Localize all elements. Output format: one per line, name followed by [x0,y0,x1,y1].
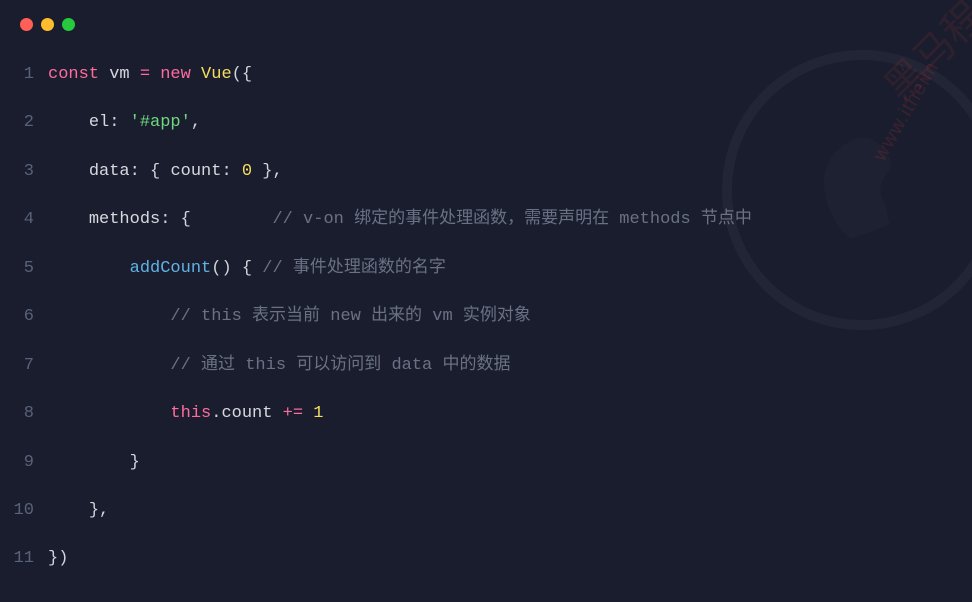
code-line: 11 }) [0,535,972,583]
code-line: 2 el: '#app', [0,99,972,147]
line-number: 5 [0,245,48,293]
code-content: const vm = new Vue({ [48,51,252,99]
code-content: // this 表示当前 new 出来的 vm 实例对象 [48,293,531,341]
minimize-dot[interactable] [41,18,54,31]
line-number: 2 [0,99,48,147]
code-line: 5 addCount() { // 事件处理函数的名字 [0,245,972,293]
line-number: 11 [0,535,48,583]
code-line: 6 // this 表示当前 new 出来的 vm 实例对象 [0,293,972,341]
code-line: 3 data: { count: 0 }, [0,148,972,196]
close-dot[interactable] [20,18,33,31]
line-number: 1 [0,51,48,99]
code-content: }, [48,487,109,535]
code-content: this.count += 1 [48,390,323,438]
line-number: 3 [0,148,48,196]
code-content: methods: { // v-on 绑定的事件处理函数，需要声明在 metho… [48,196,752,244]
code-content: } [48,439,140,487]
line-number: 10 [0,487,48,535]
code-line: 1 const vm = new Vue({ [0,51,972,99]
code-content: // 通过 this 可以访问到 data 中的数据 [48,342,510,390]
line-number: 8 [0,390,48,438]
code-line: 4 methods: { // v-on 绑定的事件处理函数，需要声明在 met… [0,196,972,244]
line-number: 4 [0,196,48,244]
code-line: 8 this.count += 1 [0,390,972,438]
code-line: 10 }, [0,487,972,535]
code-block: 1 const vm = new Vue({ 2 el: '#app', 3 d… [0,41,972,584]
code-line: 9 } [0,439,972,487]
maximize-dot[interactable] [62,18,75,31]
code-content: }) [48,535,68,583]
line-number: 9 [0,439,48,487]
line-number: 6 [0,293,48,341]
code-content: data: { count: 0 }, [48,148,283,196]
line-number: 7 [0,342,48,390]
code-line: 7 // 通过 this 可以访问到 data 中的数据 [0,342,972,390]
code-content: el: '#app', [48,99,201,147]
code-content: addCount() { // 事件处理函数的名字 [48,245,446,293]
window-controls [0,0,972,41]
